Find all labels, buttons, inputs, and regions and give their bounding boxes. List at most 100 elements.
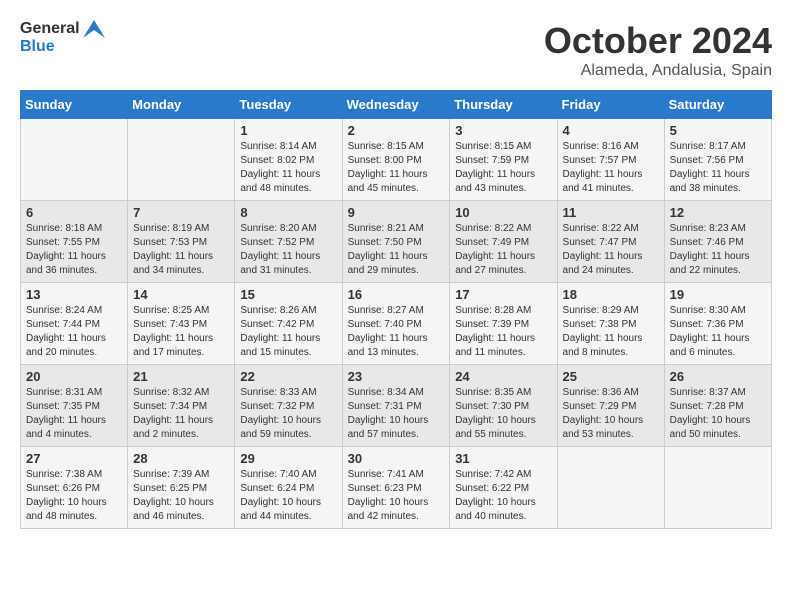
calendar-cell: 27 Sunrise: 7:38 AM Sunset: 6:26 PM Dayl… bbox=[21, 447, 128, 529]
day-number: 4 bbox=[563, 123, 659, 138]
day-info: Sunrise: 8:21 AM Sunset: 7:50 PM Dayligh… bbox=[348, 222, 445, 278]
day-number: 6 bbox=[26, 205, 122, 220]
calendar-cell: 6 Sunrise: 8:18 AM Sunset: 7:55 PM Dayli… bbox=[21, 201, 128, 283]
calendar-cell: 7 Sunrise: 8:19 AM Sunset: 7:53 PM Dayli… bbox=[128, 201, 235, 283]
day-number: 1 bbox=[240, 123, 336, 138]
header-row: Sunday Monday Tuesday Wednesday Thursday… bbox=[21, 91, 772, 119]
day-info: Sunrise: 8:29 AM Sunset: 7:38 PM Dayligh… bbox=[563, 304, 659, 360]
day-info: Sunrise: 8:35 AM Sunset: 7:30 PM Dayligh… bbox=[455, 386, 551, 442]
calendar-cell: 19 Sunrise: 8:30 AM Sunset: 7:36 PM Dayl… bbox=[664, 283, 771, 365]
calendar-cell: 21 Sunrise: 8:32 AM Sunset: 7:34 PM Dayl… bbox=[128, 365, 235, 447]
logo-general: General bbox=[20, 20, 80, 38]
day-number: 3 bbox=[455, 123, 551, 138]
logo: General Blue bbox=[20, 20, 105, 56]
calendar-cell: 15 Sunrise: 8:26 AM Sunset: 7:42 PM Dayl… bbox=[235, 283, 342, 365]
day-number: 7 bbox=[133, 205, 229, 220]
header-saturday: Saturday bbox=[664, 91, 771, 119]
day-number: 12 bbox=[670, 205, 766, 220]
calendar-cell: 14 Sunrise: 8:25 AM Sunset: 7:43 PM Dayl… bbox=[128, 283, 235, 365]
day-info: Sunrise: 8:22 AM Sunset: 7:49 PM Dayligh… bbox=[455, 222, 551, 278]
day-info: Sunrise: 8:37 AM Sunset: 7:28 PM Dayligh… bbox=[670, 386, 766, 442]
day-number: 16 bbox=[348, 287, 445, 302]
day-info: Sunrise: 8:25 AM Sunset: 7:43 PM Dayligh… bbox=[133, 304, 229, 360]
day-number: 28 bbox=[133, 451, 229, 466]
calendar-cell: 20 Sunrise: 8:31 AM Sunset: 7:35 PM Dayl… bbox=[21, 365, 128, 447]
calendar-cell: 3 Sunrise: 8:15 AM Sunset: 7:59 PM Dayli… bbox=[450, 119, 557, 201]
header-thursday: Thursday bbox=[450, 91, 557, 119]
day-number: 8 bbox=[240, 205, 336, 220]
day-number: 24 bbox=[455, 369, 551, 384]
day-number: 17 bbox=[455, 287, 551, 302]
day-info: Sunrise: 8:18 AM Sunset: 7:55 PM Dayligh… bbox=[26, 222, 122, 278]
day-number: 10 bbox=[455, 205, 551, 220]
calendar-cell: 16 Sunrise: 8:27 AM Sunset: 7:40 PM Dayl… bbox=[342, 283, 450, 365]
day-info: Sunrise: 8:24 AM Sunset: 7:44 PM Dayligh… bbox=[26, 304, 122, 360]
calendar-cell: 4 Sunrise: 8:16 AM Sunset: 7:57 PM Dayli… bbox=[557, 119, 664, 201]
calendar-header: Sunday Monday Tuesday Wednesday Thursday… bbox=[21, 91, 772, 119]
day-info: Sunrise: 8:36 AM Sunset: 7:29 PM Dayligh… bbox=[563, 386, 659, 442]
day-number: 29 bbox=[240, 451, 336, 466]
calendar-week-5: 27 Sunrise: 7:38 AM Sunset: 6:26 PM Dayl… bbox=[21, 447, 772, 529]
calendar-cell: 18 Sunrise: 8:29 AM Sunset: 7:38 PM Dayl… bbox=[557, 283, 664, 365]
calendar-week-3: 13 Sunrise: 8:24 AM Sunset: 7:44 PM Dayl… bbox=[21, 283, 772, 365]
calendar-table: Sunday Monday Tuesday Wednesday Thursday… bbox=[20, 90, 772, 529]
day-info: Sunrise: 8:27 AM Sunset: 7:40 PM Dayligh… bbox=[348, 304, 445, 360]
calendar-cell: 30 Sunrise: 7:41 AM Sunset: 6:23 PM Dayl… bbox=[342, 447, 450, 529]
day-number: 11 bbox=[563, 205, 659, 220]
calendar-cell: 31 Sunrise: 7:42 AM Sunset: 6:22 PM Dayl… bbox=[450, 447, 557, 529]
day-number: 27 bbox=[26, 451, 122, 466]
day-info: Sunrise: 8:17 AM Sunset: 7:56 PM Dayligh… bbox=[670, 140, 766, 196]
calendar-cell: 10 Sunrise: 8:22 AM Sunset: 7:49 PM Dayl… bbox=[450, 201, 557, 283]
day-number: 21 bbox=[133, 369, 229, 384]
day-info: Sunrise: 8:26 AM Sunset: 7:42 PM Dayligh… bbox=[240, 304, 336, 360]
calendar-cell: 13 Sunrise: 8:24 AM Sunset: 7:44 PM Dayl… bbox=[21, 283, 128, 365]
location-title: Alameda, Andalusia, Spain bbox=[544, 62, 772, 80]
day-info: Sunrise: 7:38 AM Sunset: 6:26 PM Dayligh… bbox=[26, 468, 122, 524]
calendar-cell: 22 Sunrise: 8:33 AM Sunset: 7:32 PM Dayl… bbox=[235, 365, 342, 447]
day-info: Sunrise: 8:30 AM Sunset: 7:36 PM Dayligh… bbox=[670, 304, 766, 360]
logo-bird-icon bbox=[83, 20, 105, 38]
day-number: 30 bbox=[348, 451, 445, 466]
calendar-cell bbox=[557, 447, 664, 529]
title-block: October 2024 Alameda, Andalusia, Spain bbox=[544, 20, 772, 80]
day-info: Sunrise: 8:32 AM Sunset: 7:34 PM Dayligh… bbox=[133, 386, 229, 442]
calendar-cell: 23 Sunrise: 8:34 AM Sunset: 7:31 PM Dayl… bbox=[342, 365, 450, 447]
header-sunday: Sunday bbox=[21, 91, 128, 119]
day-number: 22 bbox=[240, 369, 336, 384]
calendar-cell: 11 Sunrise: 8:22 AM Sunset: 7:47 PM Dayl… bbox=[557, 201, 664, 283]
logo-blue: Blue bbox=[20, 38, 105, 56]
day-number: 26 bbox=[670, 369, 766, 384]
header-tuesday: Tuesday bbox=[235, 91, 342, 119]
calendar-cell: 2 Sunrise: 8:15 AM Sunset: 8:00 PM Dayli… bbox=[342, 119, 450, 201]
day-info: Sunrise: 8:28 AM Sunset: 7:39 PM Dayligh… bbox=[455, 304, 551, 360]
calendar-cell: 17 Sunrise: 8:28 AM Sunset: 7:39 PM Dayl… bbox=[450, 283, 557, 365]
calendar-week-2: 6 Sunrise: 8:18 AM Sunset: 7:55 PM Dayli… bbox=[21, 201, 772, 283]
day-number: 31 bbox=[455, 451, 551, 466]
day-info: Sunrise: 8:22 AM Sunset: 7:47 PM Dayligh… bbox=[563, 222, 659, 278]
calendar-cell: 25 Sunrise: 8:36 AM Sunset: 7:29 PM Dayl… bbox=[557, 365, 664, 447]
day-info: Sunrise: 7:39 AM Sunset: 6:25 PM Dayligh… bbox=[133, 468, 229, 524]
calendar-cell: 9 Sunrise: 8:21 AM Sunset: 7:50 PM Dayli… bbox=[342, 201, 450, 283]
page-header: General Blue October 2024 Alameda, Andal… bbox=[20, 20, 772, 80]
calendar-cell bbox=[128, 119, 235, 201]
day-info: Sunrise: 7:42 AM Sunset: 6:22 PM Dayligh… bbox=[455, 468, 551, 524]
day-number: 19 bbox=[670, 287, 766, 302]
calendar-cell: 29 Sunrise: 7:40 AM Sunset: 6:24 PM Dayl… bbox=[235, 447, 342, 529]
day-info: Sunrise: 8:15 AM Sunset: 7:59 PM Dayligh… bbox=[455, 140, 551, 196]
day-info: Sunrise: 8:34 AM Sunset: 7:31 PM Dayligh… bbox=[348, 386, 445, 442]
day-number: 2 bbox=[348, 123, 445, 138]
month-title: October 2024 bbox=[544, 20, 772, 62]
day-number: 18 bbox=[563, 287, 659, 302]
header-wednesday: Wednesday bbox=[342, 91, 450, 119]
calendar-cell: 24 Sunrise: 8:35 AM Sunset: 7:30 PM Dayl… bbox=[450, 365, 557, 447]
calendar-cell bbox=[21, 119, 128, 201]
day-info: Sunrise: 7:41 AM Sunset: 6:23 PM Dayligh… bbox=[348, 468, 445, 524]
day-info: Sunrise: 8:31 AM Sunset: 7:35 PM Dayligh… bbox=[26, 386, 122, 442]
calendar-cell bbox=[664, 447, 771, 529]
day-number: 25 bbox=[563, 369, 659, 384]
day-number: 9 bbox=[348, 205, 445, 220]
day-info: Sunrise: 7:40 AM Sunset: 6:24 PM Dayligh… bbox=[240, 468, 336, 524]
day-number: 5 bbox=[670, 123, 766, 138]
calendar-body: 1 Sunrise: 8:14 AM Sunset: 8:02 PM Dayli… bbox=[21, 119, 772, 529]
calendar-cell: 8 Sunrise: 8:20 AM Sunset: 7:52 PM Dayli… bbox=[235, 201, 342, 283]
